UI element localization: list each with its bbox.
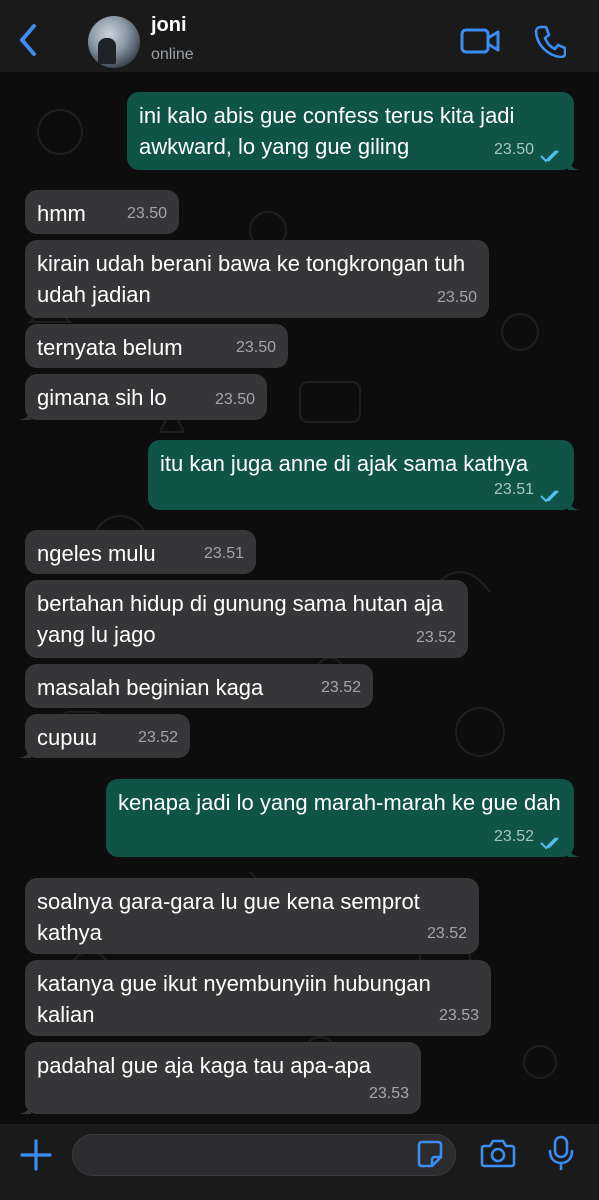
microphone-icon[interactable] (548, 1135, 574, 1171)
message-time: 23.53 (368, 1085, 409, 1102)
message-time: 23.53 (438, 1007, 479, 1024)
double-check-read-icon (540, 490, 559, 503)
message-time: 23.52 (415, 629, 456, 646)
message-input[interactable] (72, 1134, 456, 1176)
message-text: katanya gue ikut nyembunyiin hubungan ka… (37, 971, 431, 1027)
double-check-read-icon (540, 837, 559, 850)
avatar[interactable] (88, 16, 140, 68)
sticker-icon[interactable] (416, 1139, 444, 1169)
bubble-tail (568, 154, 582, 170)
bubble-tail (17, 742, 31, 758)
chevron-left-icon[interactable] (16, 22, 40, 58)
message-time: 23.51 (493, 481, 534, 498)
bubble-tail (568, 494, 582, 510)
message-bubble-outgoing[interactable]: itu kan juga anne di ajak sama kathya 23… (148, 440, 582, 510)
contact-name[interactable]: joni (151, 14, 187, 37)
message-bubble-incoming[interactable]: kirain udah berani bawa ke tongkrongan t… (25, 240, 489, 318)
message-list[interactable]: ini kalo abis gue confess terus kita jad… (0, 72, 599, 1124)
chat-header: joni online (0, 0, 599, 72)
message-bubble-incoming[interactable]: hmm 23.50 (25, 190, 179, 234)
message-text: masalah beginian kaga (37, 675, 264, 700)
phone-icon[interactable] (534, 24, 566, 58)
double-check-read-icon (540, 150, 559, 163)
message-bubble-incoming[interactable]: masalah beginian kaga 23.52 (25, 664, 373, 708)
message-text: kenapa jadi lo yang marah-marah ke gue d… (118, 790, 561, 815)
message-text: soalnya gara-gara lu gue kena semprot ka… (37, 889, 420, 945)
message-text: padahal gue aja kaga tau apa-apa (37, 1053, 371, 1078)
plus-icon[interactable] (20, 1139, 52, 1171)
message-bubble-incoming[interactable]: padahal gue aja kaga tau apa-apa 23.53 (17, 1042, 421, 1114)
message-bubble-incoming[interactable]: bertahan hidup di gunung sama hutan aja … (25, 580, 468, 658)
message-time: 23.50 (214, 391, 255, 408)
message-time: 23.52 (137, 729, 178, 746)
message-time: 23.52 (493, 828, 534, 845)
message-time: 23.50 (126, 205, 167, 222)
message-time: 23.51 (203, 545, 244, 562)
bubble-tail (568, 841, 582, 857)
message-time: 23.50 (493, 141, 534, 158)
camera-icon[interactable] (480, 1138, 516, 1168)
message-bubble-incoming[interactable]: gimana sih lo 23.50 (17, 374, 267, 420)
contact-status: online (151, 46, 194, 63)
video-camera-icon[interactable] (460, 26, 500, 56)
message-time: 23.52 (426, 925, 467, 942)
message-bubble-outgoing[interactable]: kenapa jadi lo yang marah-marah ke gue d… (106, 779, 582, 857)
message-text: kirain udah berani bawa ke tongkrongan t… (37, 251, 466, 307)
message-time: 23.52 (320, 679, 361, 696)
bubble-tail (17, 404, 31, 420)
message-bubble-incoming[interactable]: ngeles mulu 23.51 (25, 530, 256, 574)
message-text: bertahan hidup di gunung sama hutan aja … (37, 591, 444, 647)
message-bubble-incoming[interactable]: ternyata belum 23.50 (25, 324, 288, 368)
message-time: 23.50 (235, 339, 276, 356)
composer-bar (0, 1124, 599, 1200)
message-time: 23.50 (436, 289, 477, 306)
message-bubble-incoming[interactable]: soalnya gara-gara lu gue kena semprot ka… (25, 878, 479, 954)
message-bubble-incoming[interactable]: katanya gue ikut nyembunyiin hubungan ka… (25, 960, 491, 1036)
message-bubble-outgoing[interactable]: ini kalo abis gue confess terus kita jad… (127, 92, 582, 170)
message-bubble-incoming[interactable]: cupuu 23.52 (17, 714, 190, 758)
bubble-tail (17, 1098, 31, 1114)
